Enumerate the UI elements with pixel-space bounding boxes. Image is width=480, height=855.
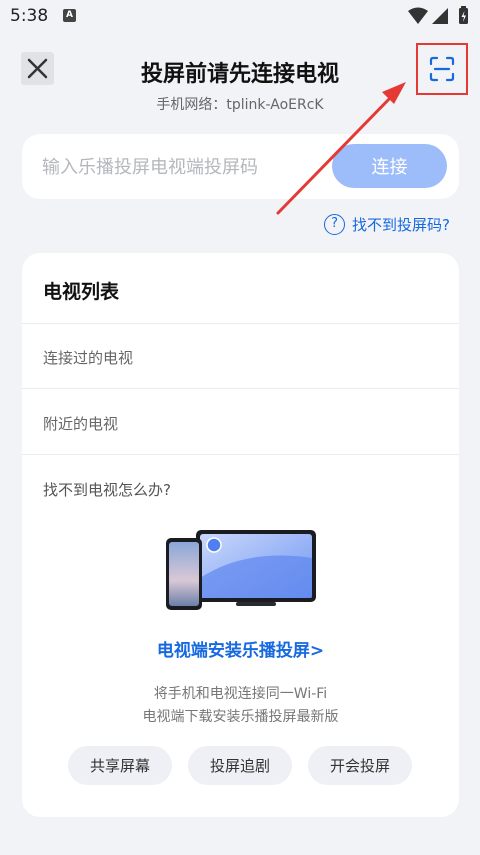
code-input[interactable] <box>42 154 342 180</box>
code-input-card: 连接 <box>22 134 459 199</box>
phone-tv-illustration <box>166 530 316 610</box>
signal-icon <box>432 8 448 24</box>
scan-button[interactable] <box>416 43 468 95</box>
connect-button[interactable]: 连接 <box>332 144 447 188</box>
meeting-cast-button[interactable]: 开会投屏 <box>308 746 412 785</box>
scan-icon <box>429 56 455 82</box>
phone-graphic <box>166 538 202 610</box>
help-link-label: 找不到投屏码? <box>352 216 450 234</box>
install-desc-line1: 将手机和电视连接同一Wi-Fi <box>153 686 328 702</box>
network-info: 手机网络：tplink-AoERcK <box>156 97 324 113</box>
install-link[interactable]: 电视端安装乐播投屏> <box>22 636 459 661</box>
question-circle-icon: ? <box>324 214 346 235</box>
cast-drama-button[interactable]: 投屏追剧 <box>188 746 292 785</box>
nearby-tvs-section[interactable]: 附近的电视 <box>43 413 118 434</box>
tv-list-card: 电视列表 连接过的电视 附近的电视 找不到电视怎么办? 电视端安装乐播投屏> 将… <box>22 253 459 817</box>
install-desc-line2: 电视端下载安装乐播投屏最新版 <box>142 709 339 725</box>
tip-title: 找不到电视怎么办? <box>43 481 171 499</box>
divider <box>22 454 459 455</box>
wifi-icon <box>408 7 428 24</box>
status-icons <box>408 6 468 24</box>
help-link[interactable]: ? 找不到投屏码? <box>324 214 450 235</box>
share-screen-button[interactable]: 共享屏幕 <box>68 746 172 785</box>
tv-list-title: 电视列表 <box>43 281 120 303</box>
status-bar: 5:38 A <box>0 0 480 34</box>
notification-badge: A <box>63 9 76 22</box>
divider <box>22 388 459 389</box>
connected-tvs-section[interactable]: 连接过的电视 <box>43 347 133 368</box>
status-time: 5:38 <box>10 6 49 26</box>
tv-graphic <box>196 530 316 606</box>
battery-icon <box>459 6 468 24</box>
page-title: 投屏前请先连接电视 <box>140 62 339 87</box>
divider <box>22 323 459 324</box>
